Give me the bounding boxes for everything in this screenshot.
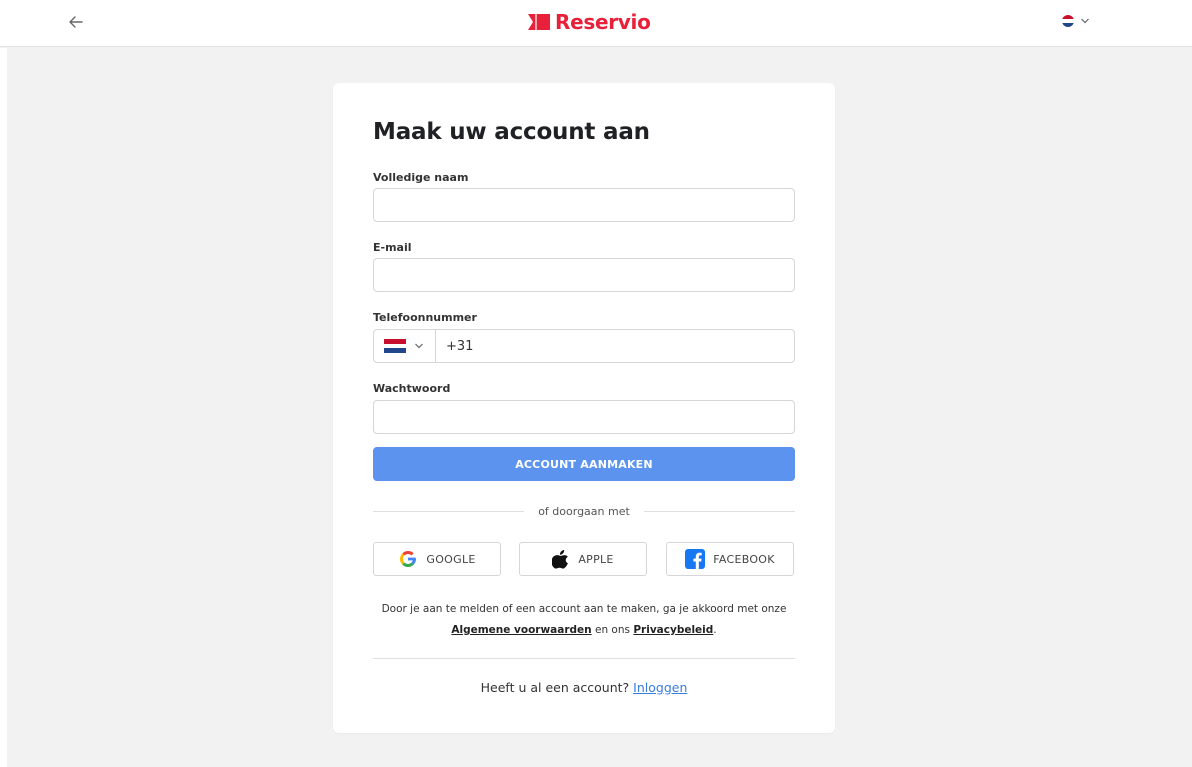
apple-label: APPLE — [578, 552, 614, 566]
facebook-label: FACEBOOK — [713, 552, 775, 566]
bottom-divider — [373, 658, 795, 659]
terms-and: en ons — [594, 624, 630, 636]
arrow-left-icon — [69, 16, 83, 28]
divider-line-left — [373, 510, 525, 512]
full-name-input[interactable] — [373, 188, 795, 222]
nl-flag-icon — [1062, 15, 1074, 27]
full-name-label: Volledige naam — [373, 171, 469, 184]
or-divider: of doorgaan met — [373, 503, 796, 519]
ticket-flag-icon — [528, 14, 550, 30]
terms-text: Door je aan te melden of een account aan… — [353, 599, 815, 641]
terms-end: . — [713, 624, 717, 636]
divider-text: of doorgaan met — [538, 504, 630, 518]
top-bar: Reservio — [0, 0, 1192, 47]
chevron-down-icon — [1081, 18, 1089, 24]
google-button[interactable]: GOOGLE — [373, 542, 501, 576]
facebook-icon — [685, 549, 706, 569]
reservio-logo[interactable]: Reservio — [528, 8, 651, 36]
signup-card: Maak uw account aan Volledige naam E-mai… — [333, 83, 835, 733]
apple-button[interactable]: APPLE — [519, 542, 647, 576]
login-prompt: Heeft u al een account? Inloggen — [373, 680, 795, 695]
facebook-button[interactable]: FACEBOOK — [666, 542, 794, 576]
chevron-down-icon — [415, 343, 423, 349]
page-title: Maak uw account aan — [373, 119, 650, 145]
back-button[interactable] — [64, 10, 88, 34]
terms-link[interactable]: Algemene voorwaarden — [451, 624, 591, 636]
login-question: Heeft u al een account? — [480, 680, 630, 695]
logo-text: Reservio — [555, 10, 651, 34]
google-label: GOOGLE — [426, 552, 476, 566]
create-account-button[interactable]: ACCOUNT AANMAKEN — [373, 447, 795, 481]
google-icon — [400, 550, 417, 567]
phone-field — [373, 329, 795, 363]
language-selector[interactable] — [1062, 12, 1090, 30]
terms-line: Door je aan te melden of een account aan… — [381, 603, 787, 615]
phone-country-selector[interactable] — [374, 330, 436, 362]
apple-icon — [552, 550, 569, 569]
left-edge — [0, 48, 7, 767]
email-label: E-mail — [373, 241, 412, 254]
login-link[interactable]: Inloggen — [633, 680, 687, 695]
phone-input[interactable] — [436, 330, 794, 362]
nl-flag-icon — [384, 339, 406, 354]
email-input[interactable] — [373, 258, 795, 292]
divider-line-right — [643, 510, 796, 512]
password-label: Wachtwoord — [373, 382, 451, 395]
privacy-link[interactable]: Privacybeleid — [633, 624, 713, 636]
password-input[interactable] — [373, 400, 795, 434]
phone-label: Telefoonnummer — [373, 311, 477, 324]
